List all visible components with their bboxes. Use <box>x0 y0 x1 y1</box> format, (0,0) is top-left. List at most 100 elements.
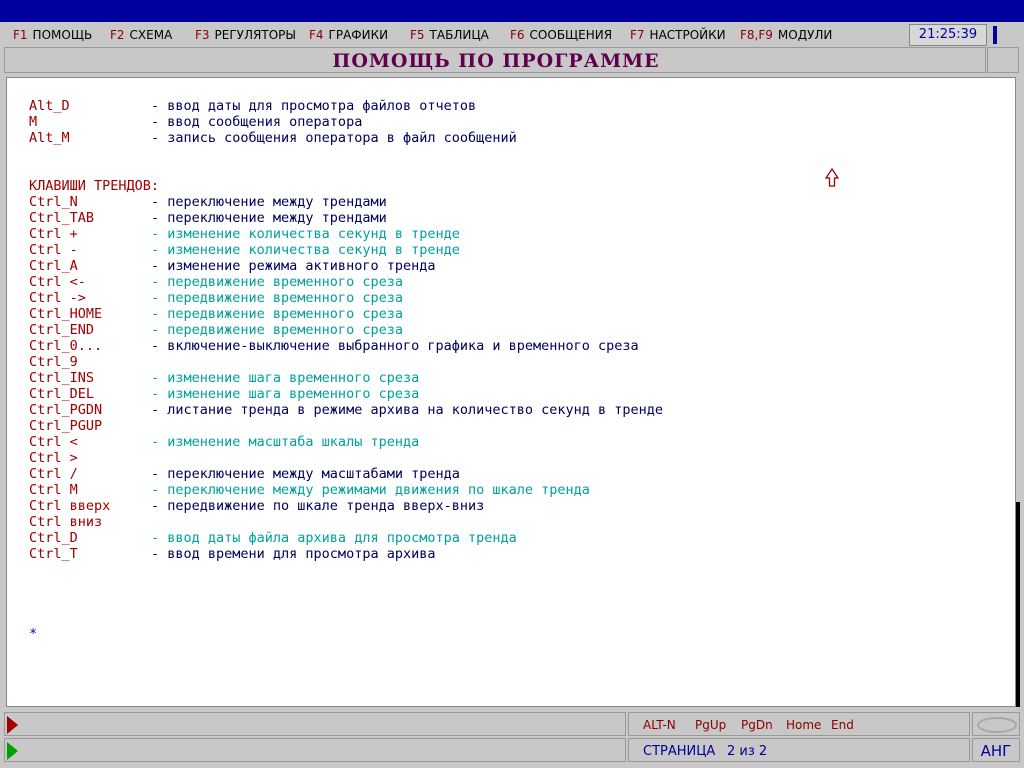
shortcut-key: Ctrl M <box>29 482 78 498</box>
menu-label: ТАБЛИЦА <box>429 28 489 42</box>
shortcut-description: - изменение количества секунд в тренде <box>151 226 460 242</box>
shortcut-key: Ctrl_INS <box>29 370 95 386</box>
menu-f8-f9[interactable]: F8,F9 МОДУЛИ <box>740 28 832 42</box>
shortcut-key: Ctrl -> <box>29 290 86 306</box>
help-content[interactable]: Alt_D - ввод даты для просмотра файлов от… <box>6 77 1016 707</box>
menu-key: F5 <box>410 28 425 42</box>
shortcut-key: Ctrl / <box>29 466 78 482</box>
shortcut-key: Ctrl_HOME <box>29 306 103 322</box>
menu-label: НАСТРОЙКИ <box>649 28 726 42</box>
help-line: Ctrl_A - изменение режима активного тренд… <box>29 258 435 274</box>
page-title: ПОМОЩЬ ПО ПРОГРАММЕ <box>332 50 660 72</box>
indicator-panel <box>972 712 1020 736</box>
clock-marker <box>993 26 997 44</box>
shortcut-key: Ctrl_N <box>29 194 78 210</box>
language-toggle[interactable]: АНГ <box>972 738 1020 762</box>
softkey-alt-n[interactable]: ALT-N <box>643 718 676 732</box>
help-line: Ctrl <- - передвижение временного среза <box>29 274 403 290</box>
shortcut-key: Ctrl_DEL <box>29 386 95 402</box>
menu-f5[interactable]: F5 ТАБЛИЦА <box>410 28 489 42</box>
help-line: Ctrl_END - передвижение временного среза <box>29 322 403 338</box>
shortcut-key: Ctrl_END <box>29 322 95 338</box>
shortcut-description: - изменение шага временного среза <box>151 386 420 402</box>
shortcut-description: - передвижение временного среза <box>151 290 403 306</box>
help-line: Ctrl_DEL - изменение шага временного срез… <box>29 386 419 402</box>
menu-f7[interactable]: F7 НАСТРОЙКИ <box>630 28 726 42</box>
help-line: Ctrl вниз <box>29 514 151 530</box>
shortcut-key: Ctrl вверх <box>29 498 111 514</box>
shortcut-key: Ctrl + <box>29 226 78 242</box>
shortcut-description: - изменение количества секунд в тренде <box>151 242 460 258</box>
title-right-panel <box>987 47 1019 73</box>
help-line: Ctrl_T - ввод времени для просмотра архив… <box>29 546 435 562</box>
shortcut-key: Alt_M <box>29 130 70 146</box>
menu-f3[interactable]: F3 РЕГУЛЯТОРЫ <box>195 28 296 42</box>
shortcut-key: Ctrl <- <box>29 274 86 290</box>
shortcut-description: - изменение режима активного тренда <box>151 258 436 274</box>
help-line: Ctrl -> - передвижение временного среза <box>29 290 403 306</box>
menu-key: F7 <box>630 28 645 42</box>
shortcut-key: Ctrl_9 <box>29 354 78 370</box>
help-line: Ctrl_D - ввод даты файла архива для просм… <box>29 530 517 546</box>
shortcut-key: Ctrl_0... <box>29 338 103 354</box>
help-line: Ctrl_TAB - переключение между трендами <box>29 210 387 226</box>
help-line: Ctrl / - переключение между масштабами тр… <box>29 466 460 482</box>
softkey-end[interactable]: End <box>831 718 854 732</box>
shortcut-key: Ctrl_TAB <box>29 210 95 226</box>
help-line: Ctrl M - переключение между режимами движ… <box>29 482 590 498</box>
menu-key: F8,F9 <box>740 28 773 42</box>
menu-f4[interactable]: F4 ГРАФИКИ <box>309 28 388 42</box>
language-label: АНГ <box>980 742 1012 760</box>
shortcut-key: Ctrl_T <box>29 546 78 562</box>
shortcut-description: - ввод сообщения оператора <box>151 114 363 130</box>
clock: 21:25:39 <box>909 24 987 46</box>
shortcut-key: Ctrl < <box>29 434 78 450</box>
page-number: 2 из 2 <box>727 744 768 759</box>
shortcut-key: Ctrl_A <box>29 258 78 274</box>
menu-f1[interactable]: F1 ПОМОЩЬ <box>13 28 92 42</box>
help-line: Ctrl < - изменение масштаба шкалы тренда <box>29 434 419 450</box>
menu-label: СХЕМА <box>129 28 173 42</box>
title-bar: ПОМОЩЬ ПО ПРОГРАММЕ <box>4 47 986 73</box>
shortcut-description: - ввод даты файла архива для просмотра т… <box>151 530 517 546</box>
softkey-pgup[interactable]: PgUp <box>695 718 726 732</box>
shortcut-description: - листание тренда в режиме архива на кол… <box>151 402 664 418</box>
shortcut-key: Ctrl_D <box>29 530 78 546</box>
menu-label: РЕГУЛЯТОРЫ <box>214 28 296 42</box>
asterisk-marker: * <box>29 626 38 642</box>
mouse-cursor-icon <box>825 168 839 187</box>
shortcut-description: - запись сообщения оператора в файл сооб… <box>151 130 517 146</box>
help-line: Ctrl - - изменение количества секунд в тр… <box>29 242 460 258</box>
menu-key: F3 <box>195 28 210 42</box>
shortcut-key: Ctrl > <box>29 450 78 466</box>
shortcut-key: Ctrl вниз <box>29 514 103 530</box>
shortcut-description: - переключение между режимами движения п… <box>151 482 590 498</box>
menu-f6[interactable]: F6 СООБЩЕНИЯ <box>510 28 612 42</box>
top-bar <box>0 0 1024 22</box>
help-line: Ctrl_PGUP <box>29 418 151 434</box>
shortcut-description: - ввод даты для просмотра файлов отчетов <box>151 98 477 114</box>
alarm-triangle-icon <box>7 716 18 734</box>
scrollbar[interactable] <box>1016 502 1020 707</box>
page-label: СТРАНИЦА <box>643 744 716 759</box>
oval-indicator-icon <box>977 717 1017 733</box>
shortcut-description: - переключение между масштабами тренда <box>151 466 460 482</box>
shortcut-description: - изменение масштаба шкалы тренда <box>151 434 420 450</box>
menu-label: СООБЩЕНИЯ <box>529 28 613 42</box>
menu-f2[interactable]: F2 СХЕМА <box>110 28 172 42</box>
menu-key: F2 <box>110 28 125 42</box>
shortcut-key: Ctrl - <box>29 242 78 258</box>
help-line: Ctrl > <box>29 450 151 466</box>
help-line: Ctrl + - изменение количества секунд в тр… <box>29 226 460 242</box>
shortcut-key: Alt_D <box>29 98 70 114</box>
shortcut-description: - передвижение временного среза <box>151 274 403 290</box>
shortcut-description: - передвижение по шкале тренда вверх-вни… <box>151 498 485 514</box>
shortcut-description: - переключение между трендами <box>151 194 387 210</box>
menu-label: МОДУЛИ <box>777 28 833 42</box>
softkey-home[interactable]: Home <box>786 718 821 732</box>
shortcut-key: Ctrl_PGUP <box>29 418 103 434</box>
shortcut-description: - передвижение временного среза <box>151 306 403 322</box>
help-line: Ctrl вверх - передвижение по шкале тренда… <box>29 498 484 514</box>
softkey-pgdn[interactable]: PgDn <box>741 718 773 732</box>
help-line: Ctrl_0... - включение-выключение выбранно… <box>29 338 639 354</box>
